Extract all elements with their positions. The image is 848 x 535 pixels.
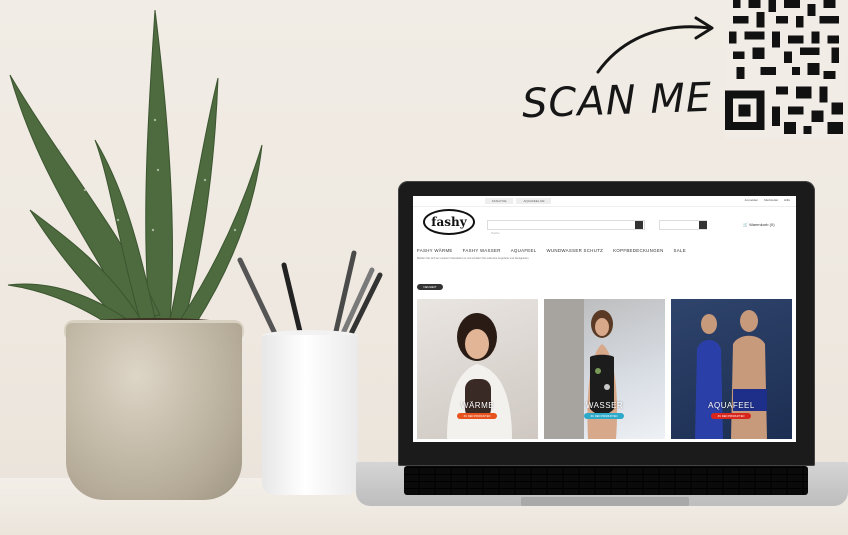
category-card-waerme[interactable]: WÄRME ZU DEN PRODUKTEN	[417, 299, 538, 439]
card-title: WASSER	[585, 401, 624, 410]
qr-code-icon[interactable]	[724, 0, 848, 138]
newsletter-notice: Melden Sie sich an unserem Newsletter an…	[417, 257, 530, 260]
secondary-search-button[interactable]	[699, 221, 707, 229]
category-card-wasser[interactable]: WASSER ZU DEN PRODUKTEN	[544, 299, 665, 439]
card-button[interactable]: ZU DEN PRODUKTEN	[711, 413, 751, 419]
help-link[interactable]: Hilfe	[784, 198, 790, 202]
search-button[interactable]	[635, 221, 643, 229]
card-button[interactable]: ZU DEN PRODUKTEN	[584, 413, 624, 419]
search-placeholder: Suche	[491, 231, 500, 235]
card-title: WÄRME	[460, 401, 495, 410]
nav-item-waerme[interactable]: FASHY WÄRME	[417, 248, 453, 253]
card-title: AQUAFEEL	[708, 401, 755, 410]
search-input[interactable]: Suche	[487, 220, 645, 235]
card-button[interactable]: ZU DEN PRODUKTEN	[457, 413, 497, 419]
new-badge: NEUHEIT	[417, 284, 443, 290]
pencil-cup	[262, 335, 358, 495]
fashy-logo[interactable]: fashy	[423, 209, 475, 235]
category-card-aquafeel[interactable]: AQUAFEEL ZU DEN PRODUKTEN	[671, 299, 792, 439]
wishlist-link[interactable]: Merkzettel	[764, 198, 778, 202]
tab-fashy[interactable]: FASHY.DE	[485, 198, 514, 204]
tab-aquafeel[interactable]: AQUAFEEL.DE	[516, 198, 552, 204]
website-screenshot: FASHY.DE AQUAFEEL.DE Anmelden Merkzettel…	[413, 196, 796, 442]
main-navigation: FASHY WÄRME FASHY WASSER AQUAFEEL WUNDWA…	[417, 248, 686, 253]
site-tabs: FASHY.DE AQUAFEEL.DE	[485, 198, 552, 204]
nav-item-kopfbedeckungen[interactable]: KOPFBEDECKUNGEN	[613, 248, 663, 253]
nav-item-wasser[interactable]: FASHY WASSER	[463, 248, 501, 253]
stone-pot	[66, 323, 242, 500]
login-link[interactable]: Anmelden	[745, 198, 759, 202]
cart-icon: 🛒	[743, 222, 748, 227]
cart-label: Warenkorb (0)	[749, 222, 775, 227]
nav-item-sale[interactable]: SALE	[674, 248, 686, 253]
arrow-icon	[596, 16, 714, 74]
laptop-keyboard	[404, 466, 808, 495]
cart-link[interactable]: 🛒 Warenkorb (0)	[743, 222, 775, 227]
laptop-trackpad	[521, 497, 689, 506]
nav-item-aquafeel[interactable]: AQUAFEEL	[511, 248, 537, 253]
scan-me-label: SCAN ME	[521, 74, 713, 128]
account-links: Anmelden Merkzettel Hilfe	[745, 198, 790, 202]
nav-item-wundwasser[interactable]: WUNDWASSER SCHUTZ	[547, 248, 604, 253]
website-top-bar	[413, 196, 796, 207]
